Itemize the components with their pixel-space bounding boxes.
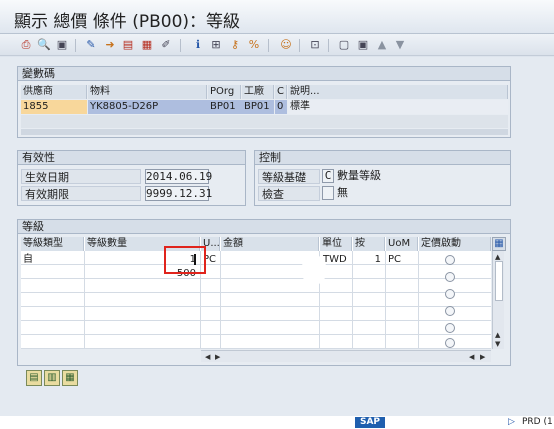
pencil-icon[interactable]: ✎ — [83, 37, 99, 53]
scales-title: 等級 — [18, 220, 510, 234]
column-porg[interactable]: POrg — [208, 85, 241, 99]
highlight-box — [164, 246, 206, 274]
scroll-left-icon[interactable]: ◀ — [205, 353, 210, 361]
key-icon[interactable]: ⚷ — [227, 37, 243, 53]
porg-cell[interactable]: BP01 — [208, 100, 241, 114]
system-info: PRD (1 — [522, 417, 553, 427]
deselect-all-icon[interactable]: ▥ — [44, 370, 60, 386]
scroll-right-icon[interactable]: ▶ — [215, 353, 220, 361]
variable-key-group: 變數碼 供應商 物料 POrg 工廠 C 說明... 1855 YK8805-D… — [17, 66, 511, 138]
column-amount[interactable]: 金額 — [221, 237, 319, 251]
find-icon[interactable]: 🔍 — [36, 37, 52, 53]
scroll-up-icon[interactable]: ▲ — [495, 331, 500, 339]
down-arrow-icon[interactable]: ▼ — [392, 37, 408, 53]
scroll-up-icon[interactable]: ▲ — [495, 253, 500, 261]
text-cursor — [194, 254, 196, 265]
column-scale-type[interactable]: 等級類型 — [21, 237, 84, 251]
scroll-thumb[interactable] — [495, 261, 503, 301]
column-description[interactable]: 說明... — [288, 85, 508, 99]
scroll-right-icon[interactable]: ▶ — [480, 353, 485, 361]
scale-type-cell[interactable]: 自 — [21, 253, 84, 266]
validity-title: 有效性 — [18, 151, 245, 165]
check-label: 檢查 — [258, 186, 320, 201]
gift-icon[interactable]: ▦ — [139, 37, 155, 53]
scales-group: 等級 等級類型 等級數量 U... 金額 單位 按 UoM 定價啟動 ▦ 自 1… — [17, 219, 511, 366]
control-group: 控制 等級基礎 C 數量等級 檢查 無 — [254, 150, 511, 206]
scale-basis-label: 等級基礎 — [258, 169, 320, 184]
info-icon[interactable]: ℹ — [190, 37, 206, 53]
percent-icon[interactable]: % — [246, 37, 262, 53]
vendor-cell[interactable]: 1855 — [21, 100, 87, 114]
table-footer — [21, 129, 508, 135]
column-per[interactable]: 按 — [353, 237, 385, 251]
column-fixed[interactable]: 定價啟動 — [419, 237, 491, 251]
check-text: 無 — [337, 186, 348, 199]
column-plant[interactable]: 工廠 — [242, 85, 274, 99]
move-icon[interactable]: ➜ — [102, 37, 118, 53]
save-local-icon[interactable]: ▣ — [54, 37, 70, 53]
fixed-radio[interactable] — [445, 272, 455, 282]
description-cell[interactable]: 標準 — [288, 100, 508, 114]
title-bar: 顯示 總價 條件 (PB00)：等級 — [0, 0, 554, 34]
check-field[interactable] — [322, 186, 334, 200]
fixed-radio[interactable] — [445, 323, 455, 333]
c-cell[interactable]: 0 — [275, 100, 287, 114]
fixed-radio[interactable] — [445, 306, 455, 316]
status-play-icon[interactable]: ▷ — [508, 417, 515, 427]
validity-group: 有效性 生效日期 2014.06.19 有效期限 9999.12.31 — [17, 150, 246, 206]
scale-basis-field[interactable]: C — [322, 169, 334, 183]
select-all-icon[interactable]: ▤ — [26, 370, 42, 386]
empty-row — [21, 115, 508, 128]
doc-icon[interactable]: ▢ — [336, 37, 352, 53]
print-icon[interactable]: ⎙ — [18, 37, 34, 53]
scale-basis-text: 數量等級 — [337, 169, 381, 182]
application-toolbar: ⎙ 🔍 ▣ ✎ ➜ ▤ ▦ ✐ ℹ ⊞ ⚷ % ☺ ⊡ ▢ ▣ ▲ ▼ — [0, 34, 554, 56]
status-bar: SAP ▷ PRD (1 — [0, 416, 554, 429]
scroll-left-icon[interactable]: ◀ — [469, 353, 474, 361]
copy-icon[interactable]: ▤ — [120, 37, 136, 53]
up-arrow-icon[interactable]: ▲ — [374, 37, 390, 53]
vertical-scrollbar[interactable]: ▲ ▲ ▼ — [492, 251, 504, 349]
column-c[interactable]: C — [275, 85, 287, 99]
column-vendor[interactable]: 供應商 — [21, 85, 87, 99]
table-settings-icon[interactable]: ▦ — [492, 237, 506, 251]
valid-from-label: 生效日期 — [21, 169, 141, 184]
per-cell[interactable]: 1 — [353, 253, 383, 266]
valid-from-field[interactable]: 2014.06.19 — [145, 169, 212, 184]
plant-cell[interactable]: BP01 — [242, 100, 274, 114]
valid-to-field[interactable]: 9999.12.31 — [145, 186, 212, 201]
person-icon[interactable]: ☺ — [278, 37, 294, 53]
fixed-radio[interactable] — [445, 255, 455, 265]
split-icon[interactable]: ⊡ — [307, 37, 323, 53]
doc2-icon[interactable]: ▣ — [355, 37, 371, 53]
sap-logo: SAP — [355, 417, 385, 428]
uom-cell[interactable]: PC — [386, 253, 418, 266]
valid-to-label: 有效期限 — [21, 186, 141, 201]
column-unit[interactable]: 單位 — [320, 237, 352, 251]
scroll-down-icon[interactable]: ▼ — [495, 340, 500, 348]
layout-icon[interactable]: ⊞ — [208, 37, 224, 53]
column-uom[interactable]: UoM — [386, 237, 418, 251]
blur-mark — [302, 255, 326, 285]
fixed-radio[interactable] — [445, 338, 455, 348]
control-title: 控制 — [255, 151, 510, 165]
horizontal-scrollbar[interactable]: ◀ ▶ ◀ ▶ — [201, 350, 491, 362]
edit-icon[interactable]: ✐ — [158, 37, 174, 53]
fixed-radio[interactable] — [445, 289, 455, 299]
variable-key-title: 變數碼 — [18, 67, 510, 81]
column-material[interactable]: 物料 — [88, 85, 207, 99]
details-icon[interactable]: ▦ — [62, 370, 78, 386]
window-title: 顯示 總價 條件 (PB00)：等級 — [14, 12, 241, 32]
